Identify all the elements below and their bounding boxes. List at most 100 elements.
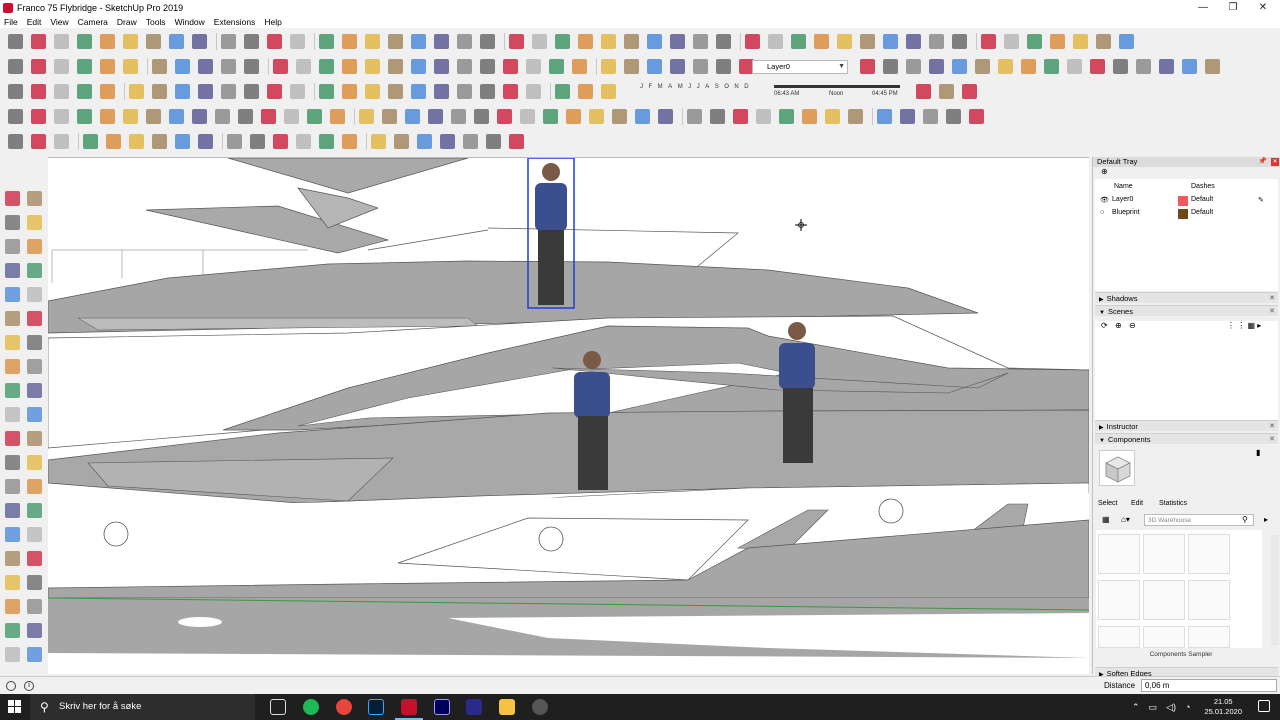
tool-button-icon[interactable] [647, 59, 662, 74]
tool-button-icon[interactable] [555, 84, 570, 99]
tool-button-icon[interactable] [635, 109, 650, 124]
tab-edit[interactable]: Edit [1131, 500, 1143, 507]
details-icon[interactable]: ▮ [1256, 448, 1260, 457]
tool-button-icon[interactable] [307, 109, 322, 124]
tool-button-icon[interactable] [365, 59, 380, 74]
components-scrollbar[interactable] [1271, 535, 1279, 645]
tool-button-icon[interactable] [503, 59, 518, 74]
tool-button-icon[interactable] [365, 84, 380, 99]
layer-dashes[interactable]: Default [1191, 209, 1213, 216]
component-thumbnail[interactable] [1098, 534, 1140, 574]
tool-button-icon[interactable] [555, 34, 570, 49]
wifi-icon[interactable]: ◔ [1185, 702, 1190, 713]
menu-help[interactable]: Help [264, 17, 281, 27]
tool-button-icon[interactable] [825, 109, 840, 124]
month-slider[interactable]: J F M A M J J A S O N D [640, 84, 749, 90]
tool-button-icon[interactable] [31, 34, 46, 49]
components-section-header[interactable]: ▼ Components ✕ [1095, 433, 1278, 444]
tool-button-icon[interactable] [1096, 34, 1111, 49]
tool-button-icon[interactable] [382, 109, 397, 124]
menu-file[interactable]: File [4, 17, 18, 27]
component-thumbnail[interactable] [1098, 626, 1140, 648]
tool-button-icon[interactable] [503, 84, 518, 99]
scene-options-icon[interactable]: ⋮ ⋮ ▦ ▸ [1227, 321, 1261, 330]
component-thumbnail[interactable] [1188, 580, 1230, 620]
pin-icon[interactable]: 📌 [1258, 157, 1267, 167]
instructor-section-header[interactable]: ▶ Instructor ✕ [1095, 420, 1278, 431]
tool-button-icon[interactable] [319, 59, 334, 74]
tool-button-icon[interactable] [330, 109, 345, 124]
geo-location-icon[interactable] [6, 681, 16, 691]
tool-button-icon[interactable] [192, 34, 207, 49]
layer-dashes[interactable]: Default [1191, 196, 1213, 203]
tool-button-icon[interactable] [624, 34, 639, 49]
tool-button-icon[interactable] [1067, 59, 1082, 74]
tool-button-icon[interactable] [883, 59, 898, 74]
refresh-icon[interactable]: ⟳ [1101, 321, 1108, 330]
tool-button-icon[interactable] [658, 109, 673, 124]
tool-button-icon[interactable] [27, 335, 42, 350]
tool-button-icon[interactable] [900, 109, 915, 124]
tool-button-icon[interactable] [532, 34, 547, 49]
component-thumbnail[interactable] [1188, 626, 1230, 648]
tool-button-icon[interactable] [916, 84, 931, 99]
tool-button-icon[interactable] [54, 84, 69, 99]
tool-button-icon[interactable] [474, 109, 489, 124]
tool-button-icon[interactable] [1113, 59, 1128, 74]
tool-button-icon[interactable] [27, 479, 42, 494]
tool-button-icon[interactable] [509, 134, 524, 149]
tool-button-icon[interactable] [284, 109, 299, 124]
tool-button-icon[interactable] [411, 34, 426, 49]
tool-button-icon[interactable] [486, 134, 501, 149]
tool-button-icon[interactable] [647, 34, 662, 49]
tool-button-icon[interactable] [716, 34, 731, 49]
tool-button-icon[interactable] [5, 503, 20, 518]
tool-button-icon[interactable] [27, 311, 42, 326]
tool-button-icon[interactable] [77, 84, 92, 99]
tool-button-icon[interactable] [5, 623, 20, 638]
tool-button-icon[interactable] [5, 599, 20, 614]
after-effects-icon[interactable] [434, 699, 450, 715]
tool-button-icon[interactable] [27, 191, 42, 206]
tool-button-icon[interactable] [238, 109, 253, 124]
view-options-icon[interactable]: ▦ [1102, 515, 1110, 524]
tool-button-icon[interactable] [371, 134, 386, 149]
remove-scene-icon[interactable]: ⊖ [1129, 321, 1136, 330]
tool-button-icon[interactable] [5, 287, 20, 302]
tool-button-icon[interactable] [152, 84, 167, 99]
scenes-section-header[interactable]: ▼ Scenes ✕ [1095, 305, 1278, 316]
tool-button-icon[interactable] [8, 59, 23, 74]
tool-button-icon[interactable] [27, 527, 42, 542]
tool-button-icon[interactable] [100, 59, 115, 74]
tool-button-icon[interactable] [877, 109, 892, 124]
tool-button-icon[interactable] [5, 431, 20, 446]
tool-button-icon[interactable] [5, 575, 20, 590]
tool-button-icon[interactable] [31, 59, 46, 74]
info-icon[interactable]: i [24, 681, 34, 691]
tool-button-icon[interactable] [261, 109, 276, 124]
tool-button-icon[interactable] [106, 134, 121, 149]
tool-button-icon[interactable] [388, 84, 403, 99]
tool-button-icon[interactable] [8, 109, 23, 124]
tool-button-icon[interactable] [342, 134, 357, 149]
tool-button-icon[interactable] [693, 59, 708, 74]
tool-button-icon[interactable] [923, 109, 938, 124]
tool-button-icon[interactable] [54, 134, 69, 149]
tool-button-icon[interactable] [543, 109, 558, 124]
tool-button-icon[interactable] [411, 59, 426, 74]
volume-icon[interactable]: ◁) [1166, 702, 1176, 713]
tool-button-icon[interactable] [480, 84, 495, 99]
tool-button-icon[interactable] [394, 134, 409, 149]
tool-button-icon[interactable] [670, 59, 685, 74]
close-icon[interactable]: ✕ [1269, 434, 1275, 445]
tool-button-icon[interactable] [457, 34, 472, 49]
tool-button-icon[interactable] [5, 191, 20, 206]
tool-button-icon[interactable] [1136, 59, 1151, 74]
component-thumbnail[interactable] [1188, 534, 1230, 574]
tool-button-icon[interactable] [1027, 34, 1042, 49]
layer-row-blueprint[interactable]: ○ Blueprint Default [1095, 208, 1278, 220]
tool-button-icon[interactable] [8, 84, 23, 99]
tool-button-icon[interactable] [146, 34, 161, 49]
close-icon[interactable]: ✕ [1269, 306, 1275, 317]
tool-button-icon[interactable] [319, 34, 334, 49]
